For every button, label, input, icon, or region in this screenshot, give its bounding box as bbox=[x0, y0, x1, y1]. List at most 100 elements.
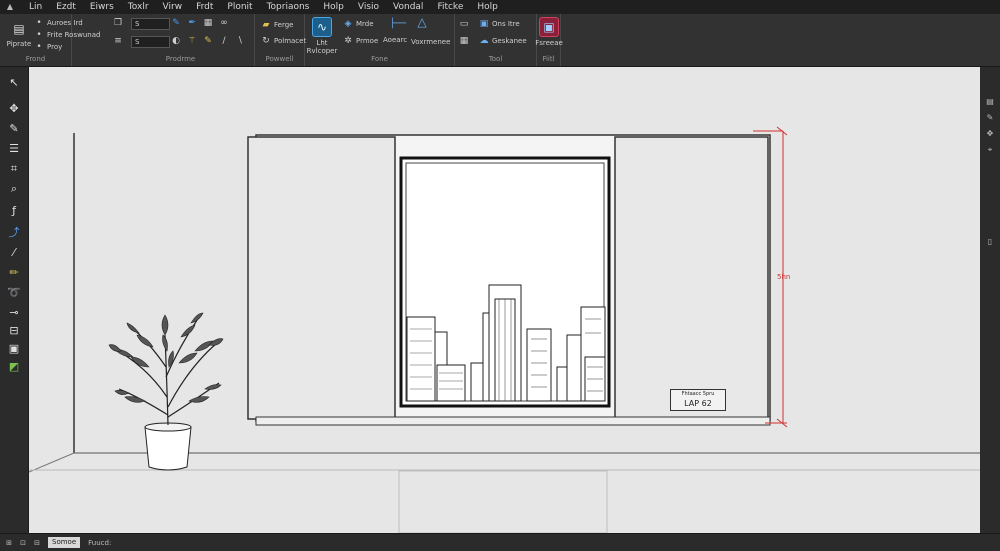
style-field-2[interactable]: S bbox=[131, 36, 170, 48]
geskanee-label: Geskanee bbox=[492, 37, 527, 45]
arc-tool-icon[interactable]: ⤴ bbox=[6, 225, 22, 241]
view-icon[interactable]: ▤ bbox=[985, 97, 995, 107]
ribbon-group-powwell: ▰ Ferge ↻ Polmacet Powwell bbox=[255, 14, 306, 66]
image-tool-icon[interactable]: ▣ bbox=[6, 341, 22, 357]
line-width-icon: ├── bbox=[389, 19, 407, 29]
annotation-tag[interactable]: Fhtaacc 5pru LAP 62 bbox=[670, 389, 726, 411]
folder-icon: ▰ bbox=[262, 20, 270, 30]
lht-label: Lht bbox=[316, 39, 328, 47]
frite-button[interactable]: • Frite Roswunad bbox=[34, 30, 100, 40]
ribbon-group-label: Prodrme bbox=[165, 55, 196, 63]
snap-toggle-icon[interactable]: ⊡ bbox=[18, 538, 28, 548]
color-tool-icon[interactable]: ◩ bbox=[6, 359, 22, 375]
ferge-button[interactable]: ▰ Ferge bbox=[261, 20, 294, 30]
app-logo-icon[interactable]: ▲ bbox=[4, 2, 16, 12]
layers-tool-icon[interactable]: ☰ bbox=[6, 141, 22, 157]
box-icon: ▣ bbox=[479, 19, 489, 29]
menu-bar: ▲ Lin Ezdt Eiwrs Toxlr Virw Frdt Plonit … bbox=[0, 0, 1000, 14]
mrde-button[interactable]: ◈ Mrde bbox=[343, 19, 374, 29]
measure-tool-icon[interactable]: ⊸ bbox=[6, 305, 22, 321]
ribbon-group-label: Frond bbox=[25, 55, 46, 63]
voxrmenee-button[interactable]: Voxrmenee bbox=[411, 38, 450, 46]
move-tool-icon[interactable]: ✥ bbox=[6, 101, 22, 117]
contrast-icon: ◐ bbox=[172, 36, 180, 46]
proy-button[interactable]: • Proy bbox=[34, 42, 62, 52]
contrast-button[interactable]: ◐ bbox=[171, 36, 181, 46]
menu-item[interactable]: Holp bbox=[470, 2, 505, 12]
left-shutter bbox=[247, 136, 396, 420]
pin-icon[interactable]: ⌖ bbox=[985, 145, 995, 155]
grid-button[interactable]: ▦ bbox=[459, 36, 469, 46]
diag-button[interactable]: ∖ bbox=[235, 36, 245, 46]
lasso-tool-icon[interactable]: ➰ bbox=[6, 285, 22, 301]
line-button[interactable]: ∕ bbox=[219, 36, 229, 46]
fill-icon: ▦ bbox=[203, 18, 213, 28]
building bbox=[526, 328, 552, 402]
copy-button[interactable]: ❐ bbox=[113, 18, 123, 28]
refresh-icon: ↻ bbox=[262, 36, 270, 46]
line-icon: ∕ bbox=[222, 36, 226, 46]
wand-button[interactable]: ⚚ bbox=[187, 36, 197, 46]
scroll-icon[interactable]: ▯ bbox=[985, 237, 995, 247]
status-text: Fuucd: bbox=[88, 538, 112, 547]
pen-tool-icon[interactable]: ƒ bbox=[6, 203, 22, 219]
zoom-tool-icon[interactable]: ⌕ bbox=[6, 181, 22, 197]
ons-button[interactable]: ▣ Ons Itre bbox=[479, 19, 520, 29]
wrench-icon[interactable]: ✎ bbox=[985, 113, 995, 123]
menu-item[interactable]: Virw bbox=[156, 2, 190, 12]
drawing-svg bbox=[29, 126, 980, 533]
fsreeae-button[interactable]: ▣ Fsreeae bbox=[532, 17, 566, 47]
auroes-button[interactable]: • Auroes Ird bbox=[34, 18, 82, 28]
link-button[interactable]: ∞ bbox=[219, 18, 229, 28]
ribbon-group-fone: ∿ Lht Rvlcoper ◈ Mrde ✲ Prmoe ├── Aoearc △… bbox=[305, 14, 455, 66]
wand-icon: ⚚ bbox=[187, 36, 197, 46]
drawing-canvas[interactable]: 5hn Fhtaacc 5pru LAP 62 bbox=[29, 67, 980, 533]
line-width-button[interactable]: ├── bbox=[383, 19, 413, 29]
menu-item[interactable]: Frdt bbox=[189, 2, 220, 12]
prmoe-button[interactable]: ✲ Prmoe bbox=[343, 36, 378, 46]
brush-tool-icon[interactable]: ✎ bbox=[6, 121, 22, 137]
menu-item[interactable]: Toxlr bbox=[121, 2, 156, 12]
menu-item[interactable]: Fitcke bbox=[430, 2, 470, 12]
window-sill bbox=[255, 416, 771, 426]
piprate-button[interactable]: ▤ Piprate bbox=[2, 20, 36, 48]
grid-toggle-icon[interactable]: ⊞ bbox=[4, 538, 14, 548]
fsreeae-label: Fsreeae bbox=[535, 39, 563, 47]
status-field[interactable]: Somoe bbox=[48, 537, 81, 548]
status-bar: ⊞ ⊡ ⊟ Somoe Fuucd: bbox=[0, 533, 1000, 551]
prmoe-label: Prmoe bbox=[356, 37, 379, 45]
menu-item[interactable]: Vondal bbox=[386, 2, 430, 12]
aoearc-button[interactable]: Aoearc bbox=[383, 36, 407, 44]
potted-plant bbox=[108, 312, 224, 471]
lht-button[interactable]: ∿ Lht Rvlcoper bbox=[305, 17, 339, 55]
doc-button[interactable]: ▭ bbox=[459, 19, 469, 29]
stack-button[interactable]: ≡ bbox=[113, 36, 123, 46]
menu-item[interactable]: Holp bbox=[316, 2, 351, 12]
crop-tool-icon[interactable]: ⌗ bbox=[6, 161, 22, 177]
fill-button[interactable]: ▦ bbox=[203, 18, 213, 28]
pencil-icon: ✎ bbox=[204, 36, 212, 46]
menu-item[interactable]: Topriaons bbox=[260, 2, 317, 12]
menu-item[interactable]: Plonit bbox=[220, 2, 259, 12]
ortho-toggle-icon[interactable]: ⊟ bbox=[32, 538, 42, 548]
cad-application-window: ▲ Lin Ezdt Eiwrs Toxlr Virw Frdt Plonit … bbox=[0, 0, 1000, 551]
geskanee-button[interactable]: ☁ Geskanee bbox=[479, 36, 527, 46]
render-icon: ▣ bbox=[539, 17, 559, 37]
brush-button[interactable]: ✎ bbox=[171, 18, 181, 28]
menu-item[interactable]: Eiwrs bbox=[83, 2, 121, 12]
style-field-1[interactable]: S bbox=[131, 18, 170, 30]
menu-item[interactable]: Visio bbox=[351, 2, 386, 12]
triangle-button[interactable]: △ bbox=[417, 16, 427, 28]
menu-item[interactable]: Ezdt bbox=[49, 2, 83, 12]
pen-button[interactable]: ✒ bbox=[187, 18, 197, 28]
pencil-tool-icon[interactable]: ✏ bbox=[6, 265, 22, 281]
building bbox=[556, 366, 568, 402]
menu-item[interactable]: Lin bbox=[22, 2, 49, 12]
line-tool-icon[interactable]: ⁄ bbox=[6, 245, 22, 261]
window-reflection bbox=[398, 470, 608, 533]
polmacet-button[interactable]: ↻ Polmacet bbox=[261, 36, 306, 46]
dimension-tool-icon[interactable]: ⊟ bbox=[6, 323, 22, 339]
edit-button[interactable]: ✎ bbox=[203, 36, 213, 46]
pan-icon[interactable]: ✥ bbox=[985, 129, 995, 139]
select-tool-icon[interactable]: ↖ bbox=[6, 75, 22, 91]
